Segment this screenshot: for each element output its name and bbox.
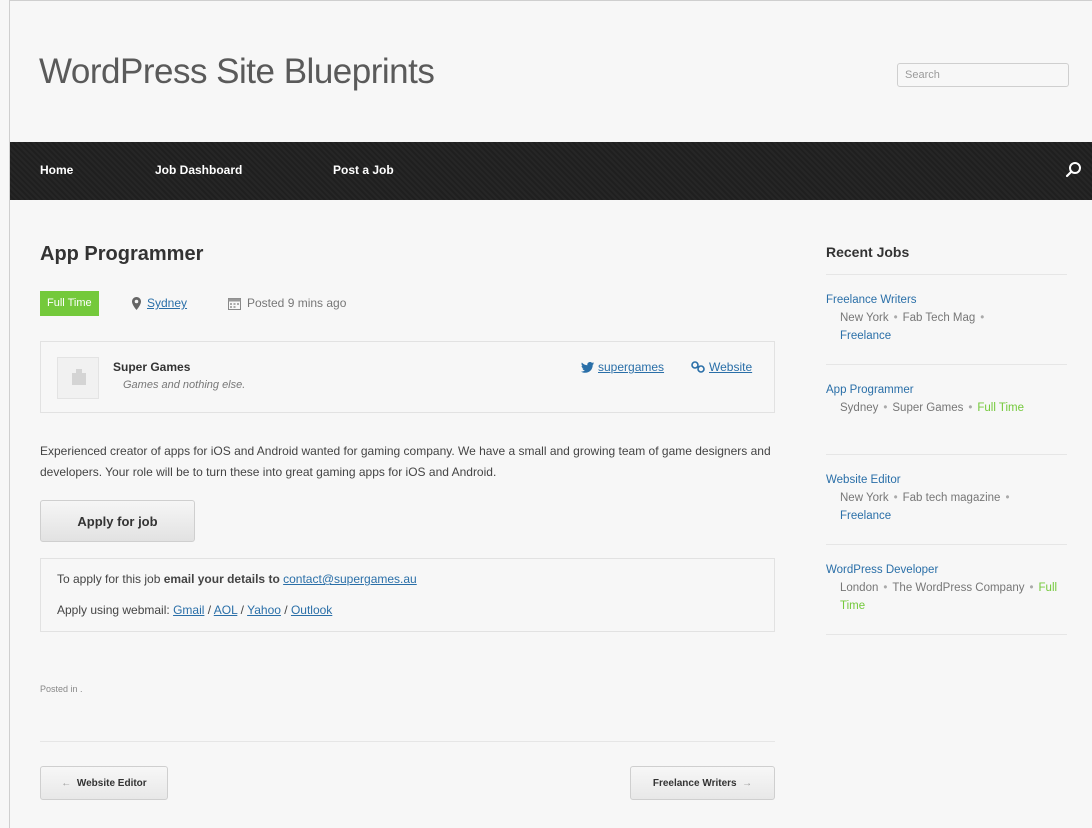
apply-webmail-line: Apply using webmail: Gmail / AOL / Yahoo… xyxy=(57,603,332,617)
job-type-badge: Full Time xyxy=(40,291,99,316)
separator-dot: • xyxy=(883,402,888,414)
recent-job-type: Freelance xyxy=(840,330,892,342)
separator-dot: • xyxy=(980,312,985,324)
divider xyxy=(40,741,775,742)
recent-job-item: WordPress Developer London • The WordPress… xyxy=(826,561,1067,615)
recent-job-meta: London • The WordPress Company • Full Time xyxy=(826,579,1067,615)
page-frame: WordPress Site Blueprints Home Job Dashb… xyxy=(9,0,1092,828)
next-post-button[interactable]: Freelance Writers → xyxy=(630,766,775,800)
twitter-icon xyxy=(581,362,594,373)
separator-dot: • xyxy=(893,492,898,504)
arrow-right-icon: → xyxy=(742,777,753,789)
recent-jobs-title: Recent Jobs xyxy=(826,244,910,260)
company-logo xyxy=(57,357,99,399)
company-box: Super Games Games and nothing else. supe… xyxy=(40,341,775,413)
recent-job-company: Super Games xyxy=(892,402,964,414)
separator-dot: • xyxy=(968,402,973,414)
previous-post-button[interactable]: ← Website Editor xyxy=(40,766,168,800)
job-location-link[interactable]: Sydney xyxy=(147,296,187,310)
apply-email-bold: email your details to xyxy=(163,572,280,586)
posted-in: Posted in . xyxy=(40,684,83,694)
link-icon xyxy=(691,361,705,373)
recent-job-company: Fab Tech Mag xyxy=(902,312,976,324)
divider xyxy=(826,544,1067,545)
recent-job-location: London xyxy=(840,582,879,594)
recent-job-company: The WordPress Company xyxy=(892,582,1025,594)
calendar-icon xyxy=(228,298,241,310)
recent-job-type: Freelance xyxy=(840,510,892,522)
job-location: Sydney xyxy=(132,296,187,310)
arrow-left-icon: ← xyxy=(61,777,72,789)
apply-email-link[interactable]: contact@supergames.au xyxy=(283,572,417,586)
recent-job-title[interactable]: WordPress Developer xyxy=(826,561,1067,579)
company-twitter-handle: supergames xyxy=(598,360,665,374)
apply-email-prefix: To apply for this job xyxy=(57,572,164,586)
webmail-yahoo-link[interactable]: Yahoo xyxy=(247,603,281,617)
job-posted-date: Posted 9 mins ago xyxy=(228,296,346,310)
divider xyxy=(826,454,1067,455)
company-website-label: Website xyxy=(709,360,753,374)
separator-dot: • xyxy=(883,582,888,594)
company-twitter-link[interactable]: supergames xyxy=(581,360,664,374)
apply-webmail-prefix: Apply using webmail: xyxy=(57,603,174,617)
separator-dot: • xyxy=(1005,492,1010,504)
divider xyxy=(826,634,1067,635)
recent-job-meta: New York • Fab tech magazine • Freelance xyxy=(826,489,1067,525)
recent-job-location: New York xyxy=(840,492,889,504)
company-name: Super Games xyxy=(113,360,191,374)
recent-job-meta: New York • Fab Tech Mag • Freelance xyxy=(826,309,1067,345)
site-title[interactable]: WordPress Site Blueprints xyxy=(39,52,435,92)
job-posted-text: Posted 9 mins ago xyxy=(247,296,347,310)
webmail-separator: / xyxy=(237,603,248,617)
recent-job-location: Sydney xyxy=(840,402,879,414)
next-post-label: Freelance Writers xyxy=(652,777,737,789)
recent-job-item: App Programmer Sydney • Super Games • Full T… xyxy=(826,381,1067,417)
previous-post-label: Website Editor xyxy=(76,777,147,789)
nav-item-job-dashboard[interactable]: Job Dashboard xyxy=(155,163,242,177)
application-details: To apply for this job email your details… xyxy=(40,558,775,632)
separator-dot: • xyxy=(1029,582,1034,594)
separator-dot: • xyxy=(893,312,898,324)
recent-job-title[interactable]: Freelance Writers xyxy=(826,291,1067,309)
main-navigation: Home Job Dashboard Post a Job xyxy=(10,142,1092,200)
job-description: Experienced creator of apps for iOS and … xyxy=(40,444,771,479)
recent-job-location: New York xyxy=(840,312,889,324)
apply-email-line: To apply for this job email your details… xyxy=(57,572,417,586)
webmail-separator: / xyxy=(204,603,214,617)
apply-for-job-button[interactable]: Apply for job xyxy=(40,500,195,542)
divider xyxy=(826,364,1067,365)
search-icon[interactable] xyxy=(1065,161,1083,179)
location-pin-icon xyxy=(132,297,141,310)
recent-job-title[interactable]: App Programmer xyxy=(826,381,1067,399)
webmail-gmail-link[interactable]: Gmail xyxy=(173,603,204,617)
recent-job-type: Full Time xyxy=(977,402,1025,414)
divider xyxy=(826,274,1067,275)
job-title: App Programmer xyxy=(40,243,204,265)
recent-job-item: Website Editor New York • Fab tech magazin… xyxy=(826,471,1067,525)
company-website-link[interactable]: Website xyxy=(691,360,752,374)
search-input[interactable] xyxy=(897,63,1069,87)
nav-item-home[interactable]: Home xyxy=(40,163,73,177)
nav-item-post-a-job[interactable]: Post a Job xyxy=(333,163,394,177)
webmail-aol-link[interactable]: AOL xyxy=(214,603,238,617)
recent-job-company: Fab tech magazine xyxy=(902,492,1001,504)
company-tagline: Games and nothing else. xyxy=(123,379,246,391)
recent-job-item: Freelance Writers New York • Fab Tech Mag •… xyxy=(826,291,1067,345)
recent-job-meta: Sydney • Super Games • Full Time xyxy=(826,399,1067,417)
webmail-outlook-link[interactable]: Outlook xyxy=(291,603,332,617)
recent-job-title[interactable]: Website Editor xyxy=(826,471,1067,489)
webmail-separator: / xyxy=(280,603,291,617)
building-icon xyxy=(72,369,86,385)
